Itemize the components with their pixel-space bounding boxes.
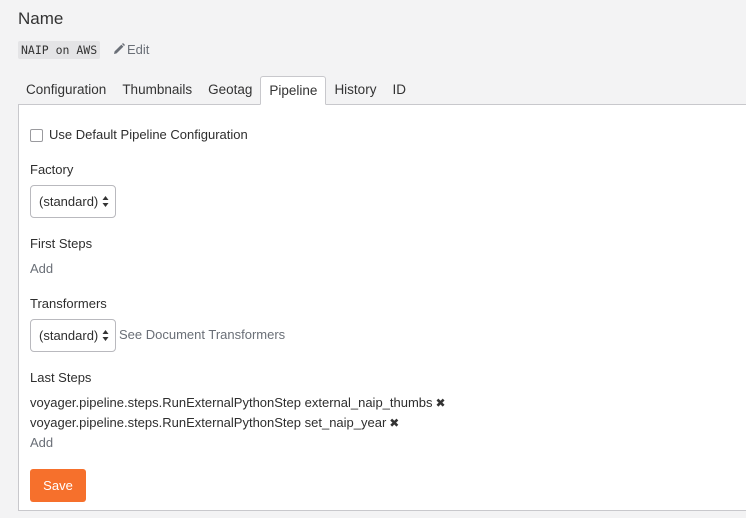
tab-pipeline[interactable]: Pipeline [260, 76, 327, 105]
transformers-select-value: (standard) [39, 328, 99, 343]
first-steps-label: First Steps [30, 236, 93, 251]
factory-select[interactable]: (standard) [30, 185, 116, 218]
tab-configuration[interactable]: Configuration [18, 76, 114, 104]
last-step-text: voyager.pipeline.steps.RunExternalPython… [30, 395, 433, 410]
transformers-label: Transformers [30, 296, 107, 311]
edit-link[interactable]: Edit [113, 42, 149, 57]
remove-x-icon[interactable]: ✖ [436, 396, 446, 410]
save-button[interactable]: Save [30, 469, 86, 502]
tab-geotag[interactable]: Geotag [200, 76, 260, 104]
last-step-item: voyager.pipeline.steps.RunExternalPython… [30, 415, 399, 430]
page-title: Name [18, 9, 64, 28]
select-arrows-icon [102, 196, 109, 207]
pencil-icon [114, 43, 125, 54]
code-name-badge: NAIP on AWS [18, 41, 101, 59]
use-default-label: Use Default Pipeline Configuration [49, 127, 248, 142]
last-steps-add-link[interactable]: Add [30, 435, 53, 450]
last-step-item: voyager.pipeline.steps.RunExternalPython… [30, 395, 446, 410]
edit-label: Edit [127, 42, 150, 57]
tab-history[interactable]: History [326, 76, 384, 104]
transformers-select[interactable]: (standard) [30, 319, 116, 352]
factory-label: Factory [30, 162, 74, 177]
factory-select-value: (standard) [39, 194, 99, 209]
tab-thumbnails[interactable]: Thumbnails [114, 76, 200, 104]
remove-x-icon[interactable]: ✖ [389, 416, 399, 430]
first-steps-add-link[interactable]: Add [30, 261, 53, 276]
tab-id[interactable]: ID [384, 76, 414, 104]
last-step-text: voyager.pipeline.steps.RunExternalPython… [30, 415, 387, 430]
tab-bar: Configuration Thumbnails Geotag Pipeline… [18, 76, 414, 105]
select-arrows-icon [102, 330, 109, 341]
see-document-transformers-link[interactable]: See Document Transformers [119, 327, 285, 342]
pipeline-panel: Use Default Pipeline Configuration Facto… [18, 104, 746, 511]
last-steps-label: Last Steps [30, 370, 92, 385]
use-default-checkbox[interactable] [30, 129, 43, 142]
